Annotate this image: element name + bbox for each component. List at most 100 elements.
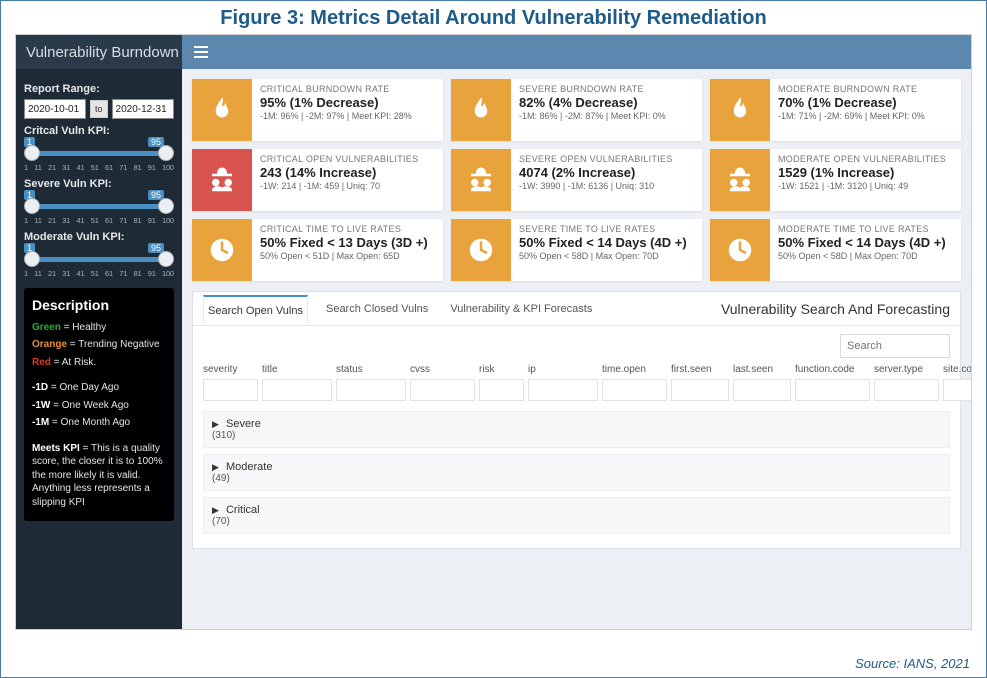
group-count: (70) — [212, 516, 941, 527]
slider-handle-low[interactable] — [24, 198, 40, 214]
metric-subtext: 50% Open < 51D | Max Open: 65D — [260, 251, 435, 261]
search-input[interactable] — [840, 334, 950, 358]
metric-subtext: -1M: 86% | -2M: 87% | Meet KPI: 0% — [519, 111, 694, 121]
column-header[interactable]: first.seen — [671, 364, 729, 375]
severity-group-row[interactable]: ▶ Critical (70) — [203, 497, 950, 534]
expand-arrow-icon: ▶ — [212, 462, 219, 472]
source-attribution: Source: IANS, 2021 — [855, 656, 970, 671]
group-count: (49) — [212, 473, 941, 484]
metric-card[interactable]: SEVERE TIME TO LIVE RATES 50% Fixed < 14… — [451, 219, 702, 281]
sidebar-toggle[interactable] — [182, 35, 971, 69]
metric-label: MODERATE TIME TO LIVE RATES — [778, 224, 953, 234]
slider-handle-low[interactable] — [24, 145, 40, 161]
column-filter-input[interactable] — [262, 379, 332, 401]
column-filter-input[interactable] — [943, 379, 971, 401]
column-header[interactable]: site.code — [943, 364, 971, 375]
metric-card[interactable]: CRITICAL TIME TO LIVE RATES 50% Fixed < … — [192, 219, 443, 281]
panel-tab[interactable]: Search Open Vulns — [203, 295, 308, 324]
slider-handle-high[interactable] — [158, 251, 174, 267]
column-header[interactable]: status — [336, 364, 406, 375]
metric-card[interactable]: SEVERE BURNDOWN RATE 82% (4% Decrease) -… — [451, 79, 702, 141]
metric-subtext: -1M: 96% | -2M: 97% | Meet KPI: 28% — [260, 111, 435, 121]
metric-value: 50% Fixed < 13 Days (3D +) — [260, 235, 435, 250]
metric-value: 70% (1% Decrease) — [778, 95, 953, 110]
metric-subtext: -1W: 3990 | -1M: 6136 | Uniq: 310 — [519, 181, 694, 191]
app-brand: Vulnerability Burndown — [16, 35, 182, 69]
column-header[interactable]: time.open — [602, 364, 667, 375]
spy-icon — [192, 149, 252, 211]
slider-handle-high[interactable] — [158, 198, 174, 214]
column-header[interactable]: title — [262, 364, 332, 375]
metric-card[interactable]: MODERATE OPEN VULNERABILITIES 1529 (1% I… — [710, 149, 961, 211]
kpi-slider-label: Severe Vuln KPI: — [24, 178, 174, 190]
column-header[interactable]: server.type — [874, 364, 939, 375]
column-filter-input[interactable] — [203, 379, 258, 401]
legend-item: Red = At Risk. — [32, 356, 166, 370]
topbar: Vulnerability Burndown — [16, 35, 971, 69]
clock-icon — [192, 219, 252, 281]
column-header[interactable]: function.code — [795, 364, 870, 375]
metric-card[interactable]: SEVERE OPEN VULNERABILITIES 4074 (2% Inc… — [451, 149, 702, 211]
panel-title: Vulnerability Search And Forecasting — [721, 301, 950, 317]
legend-item: Orange = Trending Negative — [32, 338, 166, 352]
kpi-slider-label: Critcal Vuln KPI: — [24, 125, 174, 137]
date-to-separator: to — [90, 100, 108, 118]
clock-icon — [451, 219, 511, 281]
column-header[interactable]: risk — [479, 364, 524, 375]
metric-value: 243 (14% Increase) — [260, 165, 435, 180]
kpi-slider[interactable]: 1 95 — [24, 141, 174, 163]
column-header[interactable]: severity — [203, 364, 258, 375]
table-header: severity title status cvss riskip time.open fi… — [203, 364, 950, 375]
timeframe-def: -1D = One Day Ago — [32, 381, 166, 395]
column-filter-input[interactable] — [336, 379, 406, 401]
metric-label: CRITICAL OPEN VULNERABILITIES — [260, 154, 435, 164]
metric-label: SEVERE BURNDOWN RATE — [519, 84, 694, 94]
column-filter-input[interactable] — [602, 379, 667, 401]
main-content: CRITICAL BURNDOWN RATE 95% (1% Decrease)… — [182, 69, 971, 629]
column-filter-input[interactable] — [874, 379, 939, 401]
date-to-input[interactable] — [112, 99, 174, 119]
flame-icon — [192, 79, 252, 141]
date-from-input[interactable] — [24, 99, 86, 119]
app-window: Vulnerability Burndown Report Range: to … — [15, 34, 972, 630]
slider-ticks: 1112131415161718191100 — [24, 163, 174, 172]
slider-handle-low[interactable] — [24, 251, 40, 267]
severity-group-row[interactable]: ▶ Severe (310) — [203, 411, 950, 448]
column-header[interactable]: ip — [528, 364, 598, 375]
timeframe-def: -1W = One Week Ago — [32, 399, 166, 413]
group-count: (310) — [212, 430, 941, 441]
column-filter-input[interactable] — [671, 379, 729, 401]
column-filter-input[interactable] — [528, 379, 598, 401]
kpi-slider[interactable]: 1 95 — [24, 247, 174, 269]
column-filter-input[interactable] — [795, 379, 870, 401]
legend-item: Green = Healthy — [32, 321, 166, 335]
metric-card[interactable]: CRITICAL BURNDOWN RATE 95% (1% Decrease)… — [192, 79, 443, 141]
metric-label: MODERATE BURNDOWN RATE — [778, 84, 953, 94]
severity-group-row[interactable]: ▶ Moderate (49) — [203, 454, 950, 491]
metric-label: CRITICAL TIME TO LIVE RATES — [260, 224, 435, 234]
metric-card[interactable]: MODERATE TIME TO LIVE RATES 50% Fixed < … — [710, 219, 961, 281]
sidebar: Report Range: to Critcal Vuln KPI: 1 95 … — [16, 69, 182, 629]
metric-card[interactable]: CRITICAL OPEN VULNERABILITIES 243 (14% I… — [192, 149, 443, 211]
metric-subtext: -1M: 71% | -2M: 69% | Meet KPI: 0% — [778, 111, 953, 121]
panel-tab[interactable]: Search Closed Vulns — [322, 295, 432, 323]
column-header[interactable]: last.seen — [733, 364, 791, 375]
metric-value: 4074 (2% Increase) — [519, 165, 694, 180]
flame-icon — [451, 79, 511, 141]
column-header[interactable]: cvss — [410, 364, 475, 375]
metric-card[interactable]: MODERATE BURNDOWN RATE 70% (1% Decrease)… — [710, 79, 961, 141]
column-filter-input[interactable] — [479, 379, 524, 401]
hamburger-icon — [194, 46, 208, 58]
column-filter-input[interactable] — [410, 379, 475, 401]
spy-icon — [451, 149, 511, 211]
panel-tab[interactable]: Vulnerability & KPI Forecasts — [446, 295, 596, 323]
group-name: Critical — [226, 504, 260, 516]
flame-icon — [710, 79, 770, 141]
metric-value: 95% (1% Decrease) — [260, 95, 435, 110]
slider-handle-high[interactable] — [158, 145, 174, 161]
column-filter-input[interactable] — [733, 379, 791, 401]
kpi-slider[interactable]: 1 95 — [24, 194, 174, 216]
search-panel: Search Open Vulns Search Closed Vulns Vuln… — [192, 291, 961, 549]
metric-value: 1529 (1% Increase) — [778, 165, 953, 180]
metric-subtext: -1W: 214 | -1M: 459 | Uniq: 70 — [260, 181, 435, 191]
